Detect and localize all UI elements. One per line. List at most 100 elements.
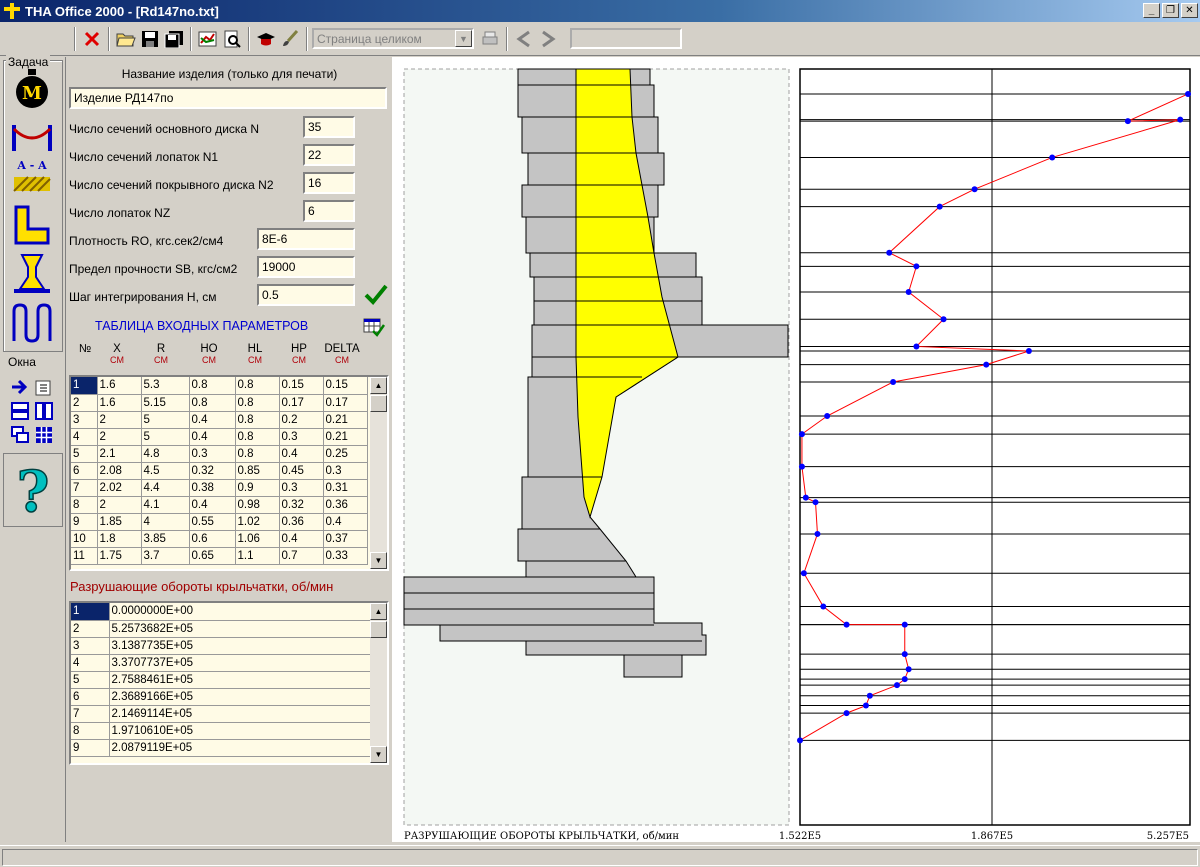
row-number[interactable]: 5 [71,445,98,463]
table-cell[interactable]: 0.8 [235,377,280,395]
table-cell[interactable]: 0.3 [189,445,236,463]
table-cell[interactable]: 3.85 [141,530,190,548]
integration-step-input[interactable]: 0.5 [257,284,355,306]
row-number[interactable]: 2 [71,620,110,638]
sections-blades-input[interactable]: 22 [303,144,355,166]
table-row[interactable]: 6 2.08 4.5 0.32 0.85 0.45 0.3 [71,462,368,480]
table-cell[interactable]: 2.02 [97,479,142,497]
graduation-cap-icon[interactable] [254,27,278,51]
table-row[interactable]: 3 3.1387735E+05 [71,637,372,655]
row-number[interactable]: 9 [71,739,110,757]
speed-value-cell[interactable]: 0.0000000E+00 [109,603,372,621]
table-cell[interactable]: 5.15 [141,394,190,412]
printer-icon[interactable] [478,27,502,51]
table-cell[interactable]: 0.3 [279,428,324,446]
row-number[interactable]: 7 [71,479,98,497]
table-cell[interactable]: 0.37 [323,530,368,548]
table-cell[interactable]: 0.4 [189,411,236,429]
table-cell[interactable]: 4 [141,513,190,531]
row-number[interactable]: 6 [71,462,98,480]
checkmark-icon[interactable] [363,282,389,306]
row-number[interactable]: 4 [71,654,110,672]
scroll-down-icon[interactable]: ▼ [370,746,387,763]
speed-value-cell[interactable]: 3.3707737E+05 [109,654,372,672]
chart-icon[interactable] [196,27,220,51]
table-cell[interactable]: 1.85 [97,513,142,531]
speed-value-cell[interactable]: 2.7588461E+05 [109,671,372,689]
sections-main-disc-input[interactable]: 35 [303,116,355,138]
arrow-left-icon[interactable] [512,27,536,51]
table-cell[interactable]: 4.8 [141,445,190,463]
table-cell[interactable]: 5 [141,411,190,429]
row-number[interactable]: 8 [71,722,110,740]
row-number[interactable]: 11 [71,547,98,565]
table-cell[interactable]: 0.36 [323,496,368,514]
brush-icon[interactable] [278,27,302,51]
table-row[interactable]: 9 1.85 4 0.55 1.02 0.36 0.4 [71,513,368,531]
speed-value-cell[interactable]: 3.1387735E+05 [109,637,372,655]
speed-value-cell[interactable]: 1.9710610E+05 [109,722,372,740]
table-cell[interactable]: 0.3 [323,462,368,480]
table-cell[interactable]: 0.8 [235,428,280,446]
delete-icon[interactable] [80,27,104,51]
product-name-input[interactable]: Изделие РД147по [69,87,387,109]
row-number[interactable]: 7 [71,705,110,723]
table-cell[interactable]: 0.31 [323,479,368,497]
section-hatch-icon[interactable]: A - A [10,157,54,201]
table-cell[interactable]: 0.38 [189,479,236,497]
arrow-right-icon[interactable] [10,377,30,397]
save-all-icon[interactable] [162,27,186,51]
table-row[interactable]: 6 2.3689166E+05 [71,688,372,706]
page-mode-select[interactable]: Страница целиком ▼ [312,28,474,49]
vertical-scrollbar[interactable]: ▲ ▼ [370,603,387,763]
table-row[interactable]: 8 1.9710610E+05 [71,722,372,740]
beam-load-icon[interactable] [10,115,54,159]
table-cell[interactable]: 0.21 [323,411,368,429]
row-number[interactable]: 3 [71,637,110,655]
table-cell[interactable]: 0.8 [189,377,236,395]
row-number[interactable]: 5 [71,671,110,689]
table-row[interactable]: 4 3.3707737E+05 [71,654,372,672]
table-cell[interactable]: 0.4 [279,530,324,548]
scroll-down-icon[interactable]: ▼ [370,552,387,569]
speed-value-cell[interactable]: 5.2573682E+05 [109,620,372,638]
table-cell[interactable]: 0.2 [279,411,324,429]
table-cell[interactable]: 0.33 [323,547,368,565]
bracket-profile-icon[interactable] [10,203,54,247]
table-cell[interactable]: 1.02 [235,513,280,531]
table-row[interactable]: 1 1.6 5.3 0.8 0.8 0.15 0.15 [71,377,368,395]
table-cell[interactable]: 0.36 [279,513,324,531]
table-cell[interactable]: 2 [97,496,142,514]
mass-weight-icon[interactable]: M [10,67,54,111]
table-cell[interactable]: 0.45 [279,462,324,480]
table-cell[interactable]: 0.8 [235,445,280,463]
blade-count-input[interactable]: 6 [303,200,355,222]
table-cell[interactable]: 0.17 [323,394,368,412]
breaking-speed-table[interactable]: 1 0.0000000E+00 2 5.2573682E+05 3 3.1387735E+… [69,601,389,765]
scroll-thumb[interactable] [370,621,387,638]
table-row[interactable]: 8 2 4.1 0.4 0.98 0.32 0.36 [71,496,368,514]
restore-button[interactable]: ❐ [1162,3,1179,18]
arrange-grid-icon[interactable] [34,425,54,445]
vertical-scrollbar[interactable]: ▲ ▼ [370,377,387,569]
table-cell[interactable]: 0.6 [189,530,236,548]
table-cell[interactable]: 0.7 [279,547,324,565]
table-cell[interactable]: 0.65 [189,547,236,565]
table-row[interactable]: 5 2.1 4.8 0.3 0.8 0.4 0.25 [71,445,368,463]
table-cell[interactable]: 2 [97,411,142,429]
speed-value-cell[interactable]: 2.0879119E+05 [109,739,372,757]
print-preview-icon[interactable] [220,27,244,51]
table-cell[interactable]: 4.1 [141,496,190,514]
spring-wave-icon[interactable] [10,301,54,345]
table-cell[interactable]: 0.8 [235,411,280,429]
table-cell[interactable]: 0.4 [323,513,368,531]
column-support-icon[interactable] [10,251,54,295]
row-number[interactable]: 2 [71,394,98,412]
table-cell[interactable]: 3.7 [141,547,190,565]
table-cell[interactable]: 0.55 [189,513,236,531]
table-cell[interactable]: 0.32 [189,462,236,480]
density-input[interactable]: 8E-6 [257,228,355,250]
table-cell[interactable]: 0.21 [323,428,368,446]
table-cell[interactable]: 1.06 [235,530,280,548]
scroll-up-icon[interactable]: ▲ [370,377,387,394]
